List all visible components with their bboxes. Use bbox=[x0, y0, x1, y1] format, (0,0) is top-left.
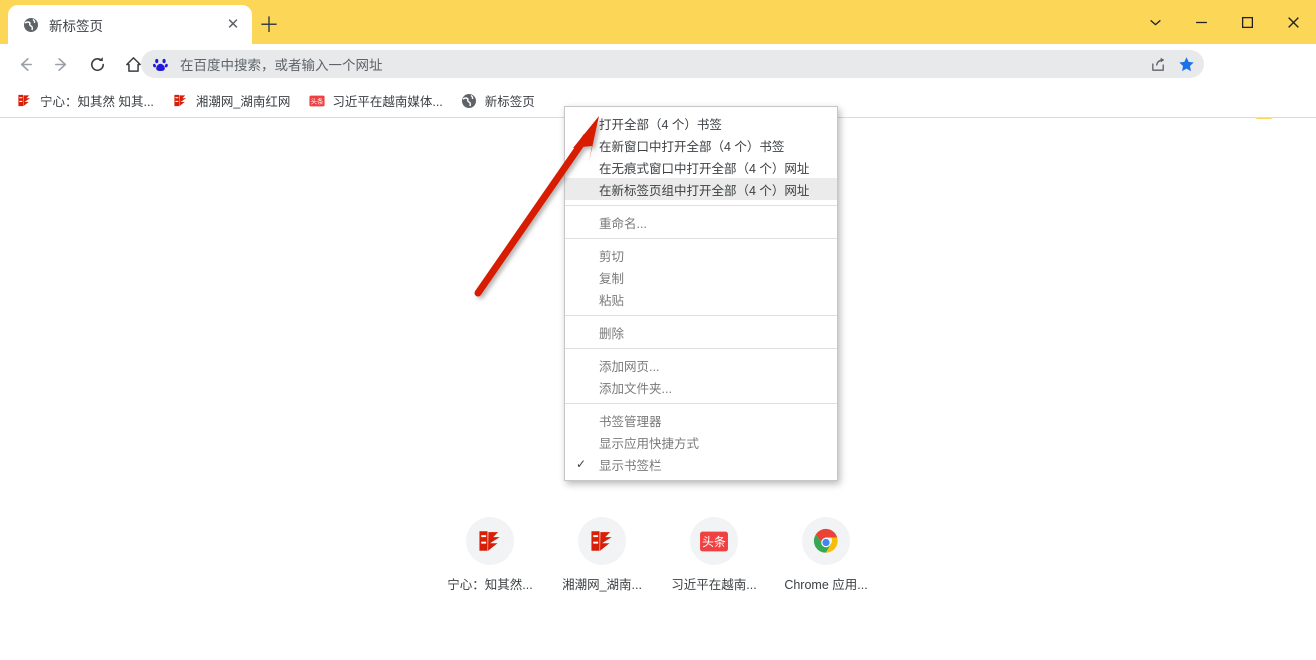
globe-icon bbox=[461, 92, 478, 109]
bookmark-item[interactable]: 头条 习近平在越南媒体... bbox=[300, 88, 450, 114]
menu-item-open-all[interactable]: 打开全部（4 个）书签 bbox=[565, 112, 837, 134]
bookmark-label: 新标签页 bbox=[484, 95, 535, 109]
baidu-icon bbox=[152, 56, 169, 73]
menu-separator bbox=[565, 348, 837, 349]
bookmark-label: 习近平在越南媒体... bbox=[332, 95, 443, 109]
menu-item-show-app-shortcuts[interactable]: 显示应用快捷方式 bbox=[565, 431, 837, 453]
menu-item-rename[interactable]: 重命名... bbox=[565, 211, 837, 233]
menu-item-open-all-new-window[interactable]: 在新窗口中打开全部（4 个）书签 bbox=[565, 134, 837, 156]
bookmark-item[interactable]: 湘潮网_湖南红网 bbox=[164, 88, 298, 114]
address-bar-placeholder: 在百度中搜索，或者输入一个网址 bbox=[180, 58, 383, 73]
browser-toolbar: 在百度中搜索，或者输入一个网址 bbox=[0, 44, 1316, 121]
check-icon: ✓ bbox=[576, 457, 587, 471]
bookmark-item[interactable]: 新标签页 bbox=[453, 88, 543, 114]
maximize-icon[interactable] bbox=[1224, 0, 1270, 44]
menu-item-copy[interactable]: 复制 bbox=[565, 266, 837, 288]
shortcut-tile[interactable]: 头条 习近平在越南... bbox=[658, 509, 770, 593]
menu-item-bookmark-manager[interactable]: 书签管理器 bbox=[565, 409, 837, 431]
shortcut-tile[interactable]: Chrome 应用... bbox=[770, 509, 882, 593]
menu-separator bbox=[565, 403, 837, 404]
forward-icon[interactable] bbox=[46, 49, 76, 79]
shortcut-label: 习近平在越南... bbox=[671, 578, 757, 592]
shortcut-tile[interactable]: 湘潮网_湖南... bbox=[546, 509, 658, 593]
bookmark-star-icon[interactable] bbox=[1172, 50, 1200, 78]
menu-item-cut[interactable]: 剪切 bbox=[565, 244, 837, 266]
tab-title: 新标签页 bbox=[49, 18, 103, 34]
new-tab-button[interactable]: ＋ bbox=[254, 10, 284, 40]
back-icon[interactable] bbox=[10, 49, 40, 79]
shortcut-tile[interactable]: 宁心：知其然... bbox=[434, 509, 546, 593]
bookmark-context-menu: 打开全部（4 个）书签 在新窗口中打开全部（4 个）书签 在无痕式窗口中打开全部… bbox=[564, 106, 838, 481]
chevron-down-icon[interactable] bbox=[1132, 0, 1178, 44]
menu-separator bbox=[565, 238, 837, 239]
share-icon[interactable] bbox=[1144, 50, 1172, 78]
menu-item-label: 显示书签栏 bbox=[599, 458, 662, 473]
menu-item-paste[interactable]: 粘贴 bbox=[565, 288, 837, 310]
red-mark-icon bbox=[16, 92, 33, 109]
menu-separator bbox=[565, 205, 837, 206]
shortcut-label: 宁心：知其然... bbox=[447, 578, 533, 592]
bookmark-item[interactable]: 宁心：知其然 知其... bbox=[8, 88, 162, 114]
browser-window: 新标签页 ✕ ＋ 在百度中搜索，或者输入一个网址 宁心：知其然 知其... 湘潮… bbox=[0, 0, 1316, 660]
title-bar: 新标签页 ✕ ＋ bbox=[0, 0, 1316, 44]
svg-text:头条: 头条 bbox=[310, 96, 323, 105]
red-mark-icon bbox=[172, 92, 189, 109]
menu-item-add-page[interactable]: 添加网页... bbox=[565, 354, 837, 376]
menu-item-add-folder[interactable]: 添加文件夹... bbox=[565, 376, 837, 398]
menu-item-open-all-incognito[interactable]: 在无痕式窗口中打开全部（4 个）网址 bbox=[565, 156, 837, 178]
shortcut-label: 湘潮网_湖南... bbox=[562, 578, 642, 592]
toutiao-icon: 头条 bbox=[690, 517, 738, 565]
close-tab-icon[interactable]: ✕ bbox=[220, 12, 246, 38]
menu-item-open-all-tab-group[interactable]: 在新标签页组中打开全部（4 个）网址 bbox=[565, 178, 837, 200]
address-bar[interactable]: 在百度中搜索，或者输入一个网址 bbox=[141, 50, 1204, 78]
menu-separator bbox=[565, 315, 837, 316]
menu-item-delete[interactable]: 删除 bbox=[565, 321, 837, 343]
browser-tab[interactable]: 新标签页 ✕ bbox=[8, 5, 252, 44]
shortcut-tiles: 宁心：知其然... 湘潮网_湖南... 头条 习近平在越南... Chrome … bbox=[0, 509, 1316, 593]
menu-item-show-bookmarks-bar[interactable]: ✓ 显示书签栏 bbox=[565, 453, 837, 475]
red-mark-icon bbox=[578, 517, 626, 565]
bookmark-label: 宁心：知其然 知其... bbox=[40, 95, 154, 109]
bookmark-label: 湘潮网_湖南红网 bbox=[195, 95, 291, 109]
close-window-icon[interactable] bbox=[1270, 0, 1316, 44]
toutiao-icon: 头条 bbox=[308, 92, 325, 109]
window-controls bbox=[1132, 0, 1316, 44]
minimize-icon[interactable] bbox=[1178, 0, 1224, 44]
globe-icon bbox=[22, 16, 39, 33]
shortcut-label: Chrome 应用... bbox=[784, 578, 868, 592]
svg-text:头条: 头条 bbox=[702, 534, 726, 548]
chrome-icon bbox=[802, 517, 850, 565]
reload-icon[interactable] bbox=[82, 49, 112, 79]
red-mark-icon bbox=[466, 517, 514, 565]
